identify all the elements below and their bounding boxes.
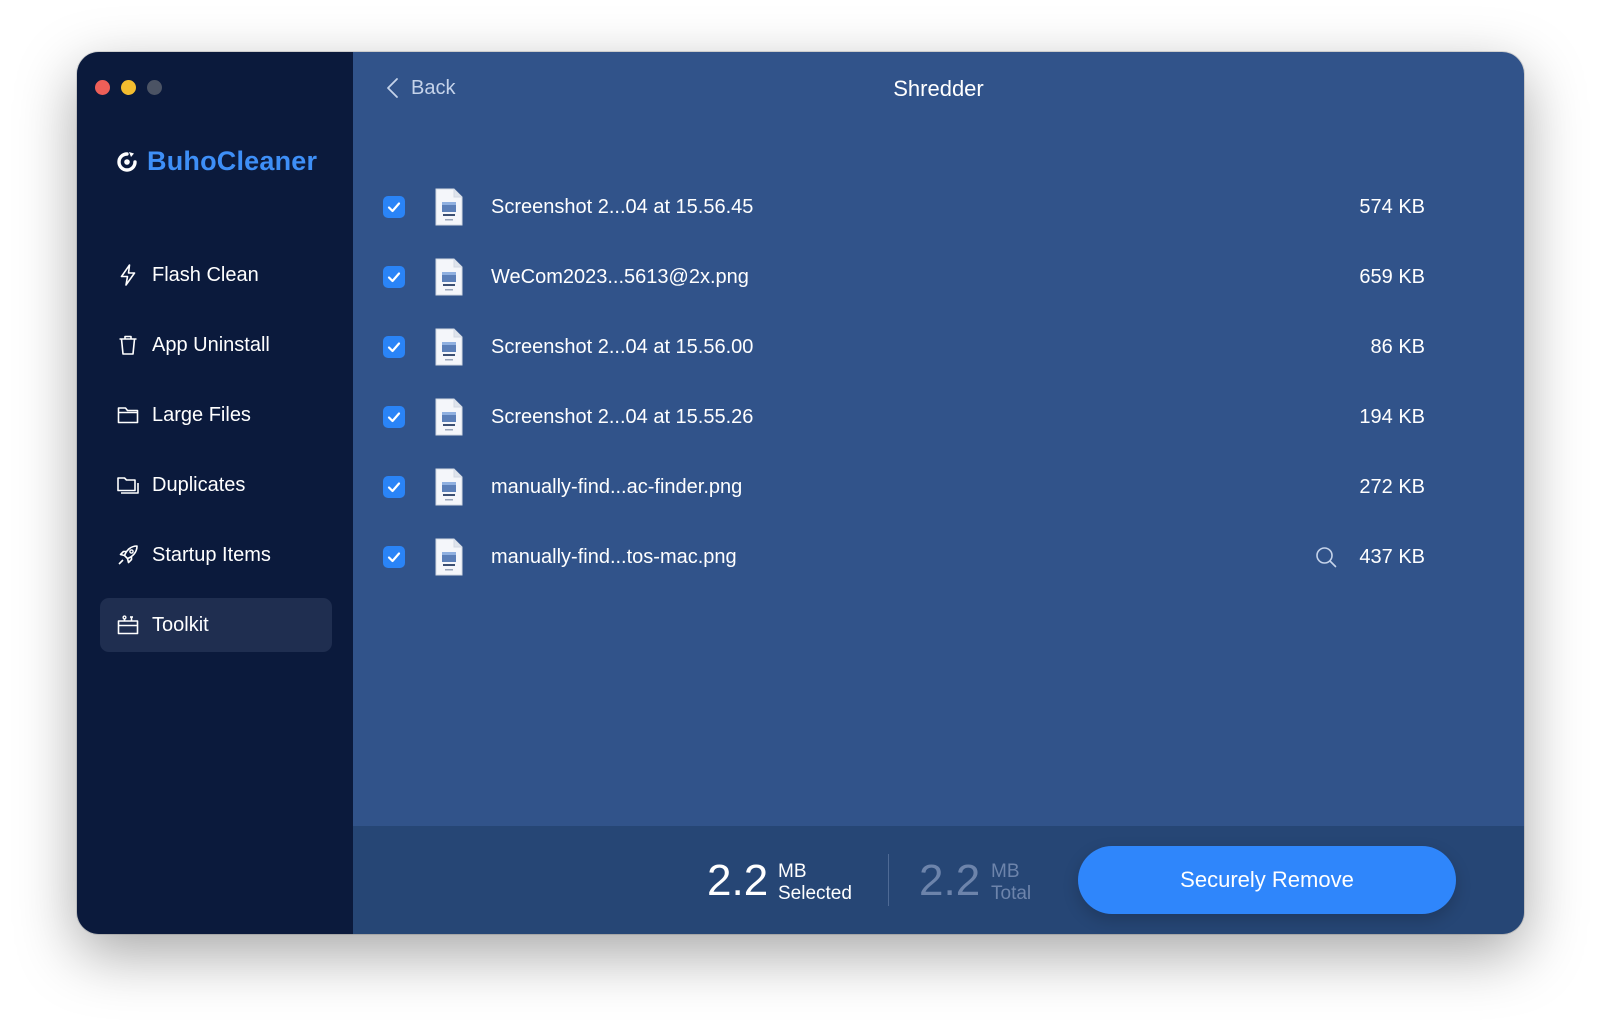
- file-size: 659 KB: [1359, 265, 1425, 288]
- png-file-icon: [435, 398, 463, 436]
- selected-size-label: Selected: [778, 883, 852, 904]
- zoom-window-button[interactable]: [147, 80, 162, 95]
- file-size: 194 KB: [1359, 405, 1425, 428]
- footer-bar: 2.2 MB Selected 2.2 MB Total Securely Re…: [353, 826, 1524, 934]
- checkmark-icon: [387, 272, 401, 283]
- file-name: manually-find...tos-mac.png: [491, 545, 737, 568]
- file-checkbox[interactable]: [383, 336, 405, 358]
- file-row[interactable]: Screenshot 2...04 at 15.56.00 86 KB: [383, 312, 1425, 382]
- total-size-value: 2.2: [919, 856, 981, 905]
- window-controls: [95, 80, 162, 95]
- file-name: Screenshot 2...04 at 15.56.45: [491, 195, 754, 218]
- sidebar-item-large-files[interactable]: Large Files: [100, 388, 332, 442]
- png-file-icon: [435, 258, 463, 296]
- checkmark-icon: [387, 412, 401, 423]
- minimize-window-button[interactable]: [121, 80, 136, 95]
- sidebar-item-app-uninstall[interactable]: App Uninstall: [100, 318, 332, 372]
- main-panel: Back Shredder Screenshot 2...04 at 15.56…: [353, 52, 1524, 934]
- sidebar-nav: Flash Clean App Uninstall Large Files Du…: [100, 248, 332, 668]
- total-size-label: Total: [991, 883, 1032, 904]
- file-checkbox[interactable]: [383, 546, 405, 568]
- sidebar: BuhoCleaner Flash Clean App Uninstall La…: [77, 52, 353, 934]
- file-row[interactable]: Screenshot 2...04 at 15.56.45 574 KB: [383, 172, 1425, 242]
- bolt-icon: [116, 263, 140, 287]
- duplicate-folder-icon: [116, 473, 140, 497]
- page-title: Shredder: [893, 76, 984, 101]
- sidebar-item-label: Startup Items: [152, 543, 271, 566]
- top-bar: Back Shredder: [353, 52, 1524, 128]
- sidebar-item-label: Toolkit: [152, 613, 209, 636]
- file-size: 272 KB: [1359, 475, 1425, 498]
- sidebar-item-startup-items[interactable]: Startup Items: [100, 528, 332, 582]
- file-checkbox[interactable]: [383, 406, 405, 428]
- sidebar-item-duplicates[interactable]: Duplicates: [100, 458, 332, 512]
- png-file-icon: [435, 328, 463, 366]
- total-size-unit: MB: [991, 861, 1020, 882]
- file-size: 86 KB: [1370, 335, 1425, 358]
- total-size-caption: MB Total: [991, 861, 1031, 905]
- checkmark-icon: [387, 552, 401, 563]
- sidebar-item-label: App Uninstall: [152, 333, 270, 356]
- magnifier-icon[interactable]: [1315, 546, 1337, 568]
- checkmark-icon: [387, 202, 401, 213]
- app-name: BuhoCleaner: [147, 146, 318, 176]
- file-name: manually-find...ac-finder.png: [491, 475, 743, 498]
- checkmark-icon: [387, 342, 401, 353]
- png-file-icon: [435, 468, 463, 506]
- file-size: 574 KB: [1359, 195, 1425, 218]
- selected-size-unit: MB: [778, 861, 807, 882]
- sidebar-item-flash-clean[interactable]: Flash Clean: [100, 248, 332, 302]
- file-name: Screenshot 2...04 at 15.55.26: [491, 405, 754, 428]
- png-file-icon: [435, 538, 463, 576]
- rocket-icon: [116, 543, 140, 567]
- checkmark-icon: [387, 482, 401, 493]
- file-checkbox[interactable]: [383, 266, 405, 288]
- file-name: WeCom2023...5613@2x.png: [491, 265, 749, 288]
- selected-size-caption: MB Selected: [778, 861, 852, 905]
- trash-icon: [116, 333, 140, 357]
- toolbox-icon: [116, 613, 140, 637]
- footer-divider: [888, 854, 889, 906]
- app-window: BuhoCleaner Flash Clean App Uninstall La…: [77, 52, 1524, 934]
- sidebar-item-toolkit[interactable]: Toolkit: [100, 598, 332, 652]
- file-checkbox[interactable]: [383, 476, 405, 498]
- file-list: Screenshot 2...04 at 15.56.45 574 KB WeCom…: [383, 172, 1425, 592]
- file-size: 437 KB: [1359, 545, 1425, 568]
- close-window-button[interactable]: [95, 80, 110, 95]
- securely-remove-button[interactable]: Securely Remove: [1078, 846, 1456, 914]
- sidebar-item-label: Duplicates: [152, 473, 246, 496]
- file-row[interactable]: Screenshot 2...04 at 15.55.26 194 KB: [383, 382, 1425, 452]
- app-logo-icon: [117, 151, 137, 172]
- file-row[interactable]: WeCom2023...5613@2x.png 659 KB: [383, 242, 1425, 312]
- file-row[interactable]: manually-find...tos-mac.png 437 KB: [383, 522, 1425, 592]
- file-name: Screenshot 2...04 at 15.56.00: [491, 335, 754, 358]
- png-file-icon: [435, 188, 463, 226]
- file-checkbox[interactable]: [383, 196, 405, 218]
- brand: BuhoCleaner: [115, 146, 317, 177]
- sidebar-item-label: Large Files: [152, 403, 251, 426]
- sidebar-item-label: Flash Clean: [152, 263, 259, 286]
- file-row[interactable]: manually-find...ac-finder.png 272 KB: [383, 452, 1425, 522]
- selected-size-value: 2.2: [707, 856, 769, 905]
- folder-icon: [116, 403, 140, 427]
